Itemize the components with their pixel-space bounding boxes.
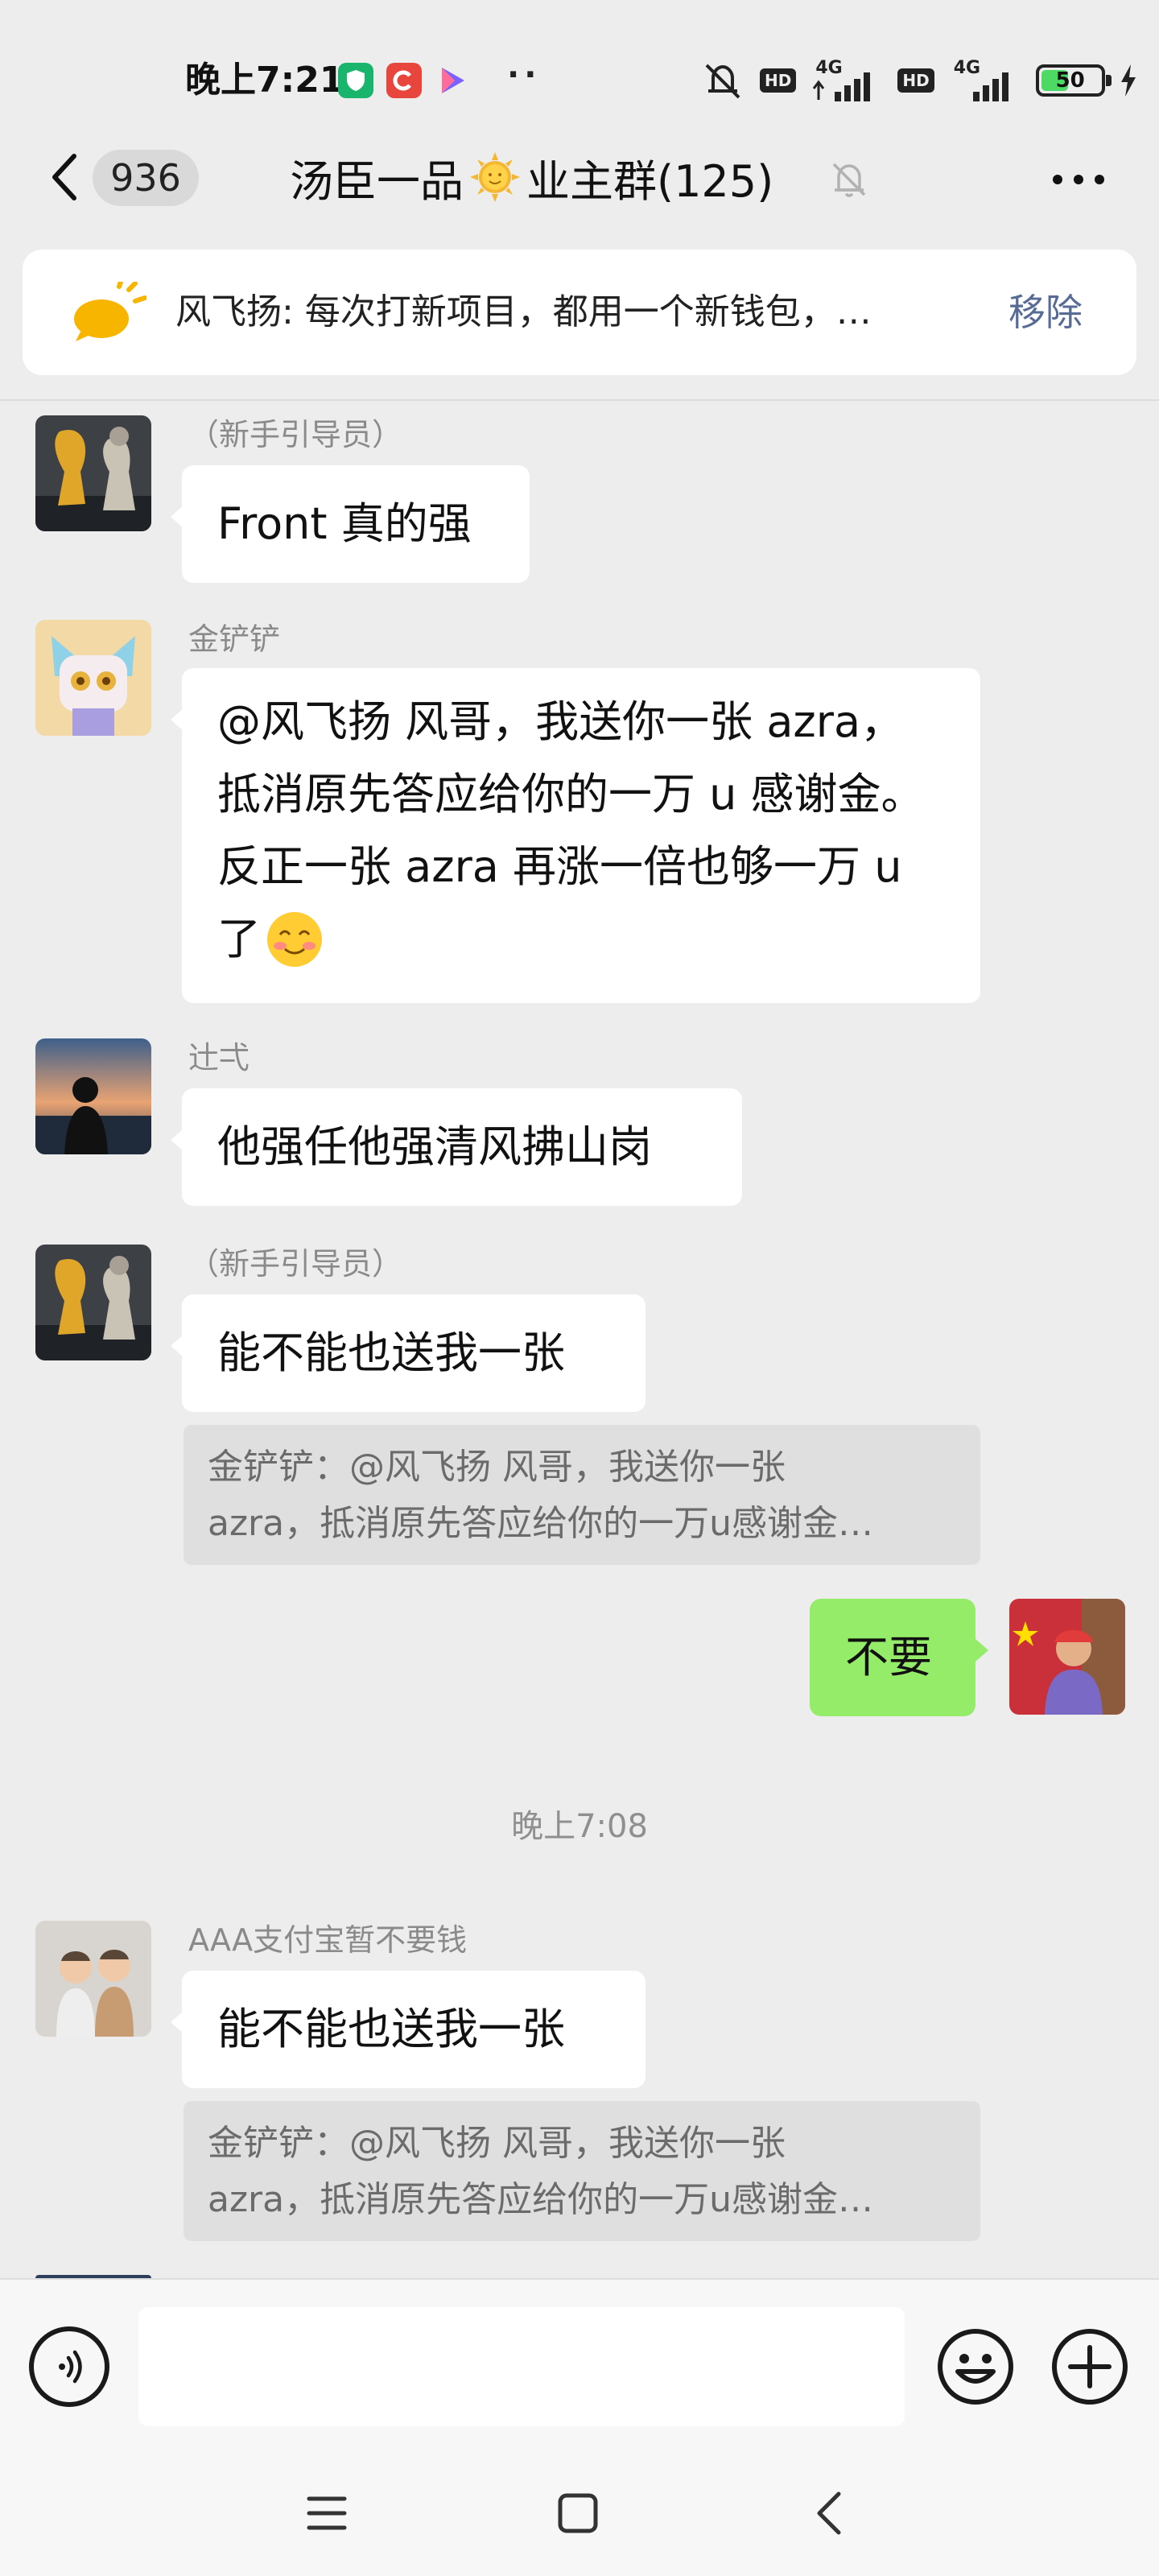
message-text: 能不能也送我一张 bbox=[217, 2004, 565, 2054]
chat-title[interactable]: 汤臣一品 业主群(125) bbox=[290, 145, 773, 209]
sender-name: 金铲铲 bbox=[188, 621, 281, 657]
system-nav-bar bbox=[0, 2481, 1159, 2576]
message-bubble[interactable]: 能不能也送我一张 bbox=[171, 1971, 645, 2088]
signal-4g-icon-2: 4G bbox=[949, 58, 1021, 103]
quote-line: azra，抵消原先答应给你的一万u感谢金… bbox=[208, 2179, 873, 2220]
chevron-left-icon bbox=[52, 154, 76, 200]
nav-back-button[interactable] bbox=[797, 2481, 861, 2545]
status-bar: 晚上7:21 ·· HD 4G HD 4G 50 bbox=[0, 0, 1159, 145]
hd-badge: HD bbox=[760, 68, 797, 93]
avatar[interactable] bbox=[35, 1038, 151, 1154]
more-actions-plus-button[interactable] bbox=[1050, 2326, 1130, 2407]
home-square-icon bbox=[558, 2493, 598, 2533]
menu-lines-icon bbox=[307, 2496, 347, 2530]
message-text: 他强任他强清风拂山岗 bbox=[217, 1121, 652, 1172]
message-line: 反正一张 azra 再涨一倍也够一万 u bbox=[217, 841, 902, 892]
battery-level: 50 bbox=[1055, 68, 1085, 93]
quoted-message[interactable]: 金铲铲：@风飞扬 风哥，我送你一张 azra，抵消原先答应给你的一万u感谢金… bbox=[184, 1425, 980, 1565]
timestamp: 晚上7:08 bbox=[511, 1808, 648, 1845]
message-line: @风飞扬 风哥，我送你一张 azra， bbox=[217, 696, 905, 747]
voice-input-button[interactable] bbox=[29, 2326, 109, 2407]
pinned-message-bar[interactable]: 风飞扬: 每次打新项目，都用一个新钱包，… 移除 bbox=[23, 250, 1136, 375]
message-input[interactable] bbox=[138, 2307, 905, 2426]
play-app-icon bbox=[435, 63, 470, 98]
voice-icon bbox=[59, 2350, 82, 2384]
sun-emoji-icon bbox=[470, 152, 520, 202]
nav-menu-button[interactable] bbox=[295, 2481, 359, 2545]
avatar[interactable] bbox=[35, 1921, 151, 2037]
c-app-icon bbox=[386, 63, 422, 98]
muted-bell-icon bbox=[832, 163, 866, 197]
status-app-icons bbox=[338, 61, 470, 100]
sender-name: （新手引导员） bbox=[188, 417, 403, 452]
back-chevron-icon bbox=[817, 2491, 841, 2535]
quote-line: 金铲铲：@风飞扬 风哥，我送你一张 bbox=[208, 1447, 786, 1488]
status-indicators: HD 4G HD 4G 50 bbox=[700, 58, 1137, 103]
unread-count-badge[interactable]: 936 bbox=[93, 150, 199, 206]
pinned-speech-icon bbox=[74, 282, 146, 341]
message-bubble[interactable]: @风飞扬 风哥，我送你一张 azra， 抵消原先答应给你的一万 u 感谢金。 反… bbox=[171, 668, 980, 1003]
status-time: 晚上7:21 bbox=[185, 60, 344, 101]
more-options-button[interactable] bbox=[1046, 158, 1111, 201]
input-bar bbox=[0, 2278, 1159, 2576]
status-more-dots: ·· bbox=[507, 56, 542, 93]
battery-icon: 50 bbox=[1035, 64, 1112, 97]
message-line-last: 了 bbox=[217, 903, 945, 976]
quote-line: 金铲铲：@风飞扬 风哥，我送你一张 bbox=[208, 2123, 786, 2164]
back-button[interactable] bbox=[40, 149, 89, 205]
message-bubble[interactable]: 他强任他强清风拂山岗 bbox=[171, 1088, 742, 1206]
sender-name: 辻弌 bbox=[188, 1040, 250, 1075]
pinned-remove-button[interactable]: 移除 bbox=[1008, 250, 1083, 375]
sender-name: （新手引导员） bbox=[188, 1246, 403, 1282]
message-bubble[interactable]: 能不能也送我一张 bbox=[171, 1294, 645, 1412]
pinned-divider bbox=[0, 399, 1159, 401]
hd-badge-2: HD bbox=[897, 68, 934, 93]
message-bubble-self[interactable]: 不要 bbox=[810, 1599, 988, 1716]
avatar[interactable] bbox=[35, 415, 151, 531]
avatar[interactable] bbox=[35, 620, 151, 736]
self-avatar[interactable] bbox=[1009, 1599, 1125, 1715]
blush-smile-emoji-icon bbox=[267, 912, 322, 967]
shield-app-icon bbox=[338, 63, 373, 98]
quoted-message[interactable]: 金铲铲：@风飞扬 风哥，我送你一张 azra，抵消原先答应给你的一万u感谢金… bbox=[184, 2101, 980, 2241]
sender-name: AAA支付宝暂不要钱 bbox=[188, 1922, 468, 1958]
message-text: 能不能也送我一张 bbox=[217, 1327, 565, 1378]
nav-home-button[interactable] bbox=[546, 2481, 610, 2545]
message-text: 不要 bbox=[845, 1632, 932, 1682]
signal-4g-icon: 4G bbox=[810, 58, 883, 103]
chat-title-part1: 汤臣一品 bbox=[290, 155, 464, 207]
charging-bolt-icon bbox=[1120, 64, 1136, 97]
message-text: Front 真的强 bbox=[217, 498, 472, 549]
message-bubble[interactable]: Front 真的强 bbox=[171, 465, 530, 583]
emoji-button[interactable] bbox=[935, 2326, 1016, 2407]
mute-notification-icon bbox=[705, 64, 740, 99]
avatar[interactable] bbox=[35, 1245, 151, 1360]
message-line: 抵消原先答应给你的一万 u 感谢金。 bbox=[217, 769, 925, 819]
pinned-text: 风飞扬: 每次打新项目，都用一个新钱包，… bbox=[175, 291, 872, 332]
chat-title-part2: 业主群(125) bbox=[526, 155, 774, 207]
quote-line: azra，抵消原先答应给你的一万u感谢金… bbox=[208, 1503, 873, 1544]
